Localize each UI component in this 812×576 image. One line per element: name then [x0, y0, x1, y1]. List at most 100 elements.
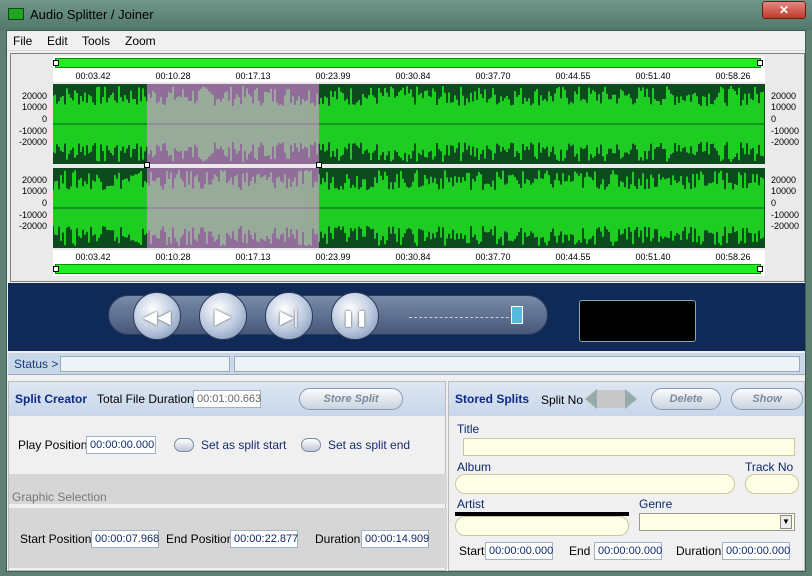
time-display — [579, 300, 696, 342]
stored-splits-header: Stored Splits Split No Delete Show — [449, 382, 804, 416]
stored-start-field[interactable]: 00:00:00.000 — [485, 542, 553, 560]
split-creator-title: Split Creator — [15, 392, 88, 406]
volume-slider-thumb[interactable] — [511, 306, 523, 324]
stored-duration-field[interactable]: 00:00:00.000 — [722, 542, 790, 560]
timeline-bottom[interactable]: 00:03.42 00:10.28 00:17.13 00:23.99 00:3… — [53, 250, 765, 276]
status-field-2 — [234, 356, 800, 372]
play-button[interactable]: ▶ — [199, 292, 247, 340]
window-title: Audio Splitter / Joiner — [30, 7, 154, 22]
play-selection-icon: ▶| — [279, 307, 299, 327]
time-tick: 00:51.40 — [635, 252, 671, 262]
menu-zoom[interactable]: Zoom — [125, 34, 156, 48]
y-axis-left-1: 20000 10000 0 -10000 -20000 — [18, 91, 47, 147]
genre-select[interactable]: ▼ — [639, 513, 795, 531]
time-tick: 00:10.28 — [155, 71, 191, 81]
time-tick: 00:10.28 — [155, 252, 191, 262]
transport-bar: ◀◀ ▶ ▶| ❚❚ — [108, 292, 548, 340]
stored-duration-label: Duration — [676, 544, 722, 558]
time-tick: 00:37.70 — [475, 71, 511, 81]
play-position-label: Play Position — [18, 438, 88, 452]
time-tick: 00:03.42 — [75, 252, 111, 262]
time-tick: 00:44.55 — [555, 252, 591, 262]
y-axis-right-2: 20000 10000 0 -10000 -20000 — [771, 175, 800, 231]
scroll-handle-left[interactable] — [53, 60, 59, 66]
total-duration-value: 00:01:00.663 — [193, 390, 261, 408]
time-tick: 00:17.13 — [235, 71, 271, 81]
graphic-selection-bar: Graphic Selection — [9, 474, 447, 504]
track-no-label: Track No — [745, 460, 794, 474]
y-axis-left-2: 20000 10000 0 -10000 -20000 — [18, 175, 47, 231]
menu-bar: File Edit Tools Zoom — [7, 31, 805, 51]
track-no-input[interactable] — [745, 474, 799, 494]
artist-input[interactable] — [455, 516, 629, 536]
stored-splits-title: Stored Splits — [455, 392, 530, 406]
start-position-label: Start Position — [20, 532, 92, 546]
chevron-down-icon[interactable]: ▼ — [780, 515, 792, 529]
time-tick: 00:17.13 — [235, 252, 271, 262]
store-split-button[interactable]: Store Split — [299, 388, 403, 410]
selection-fields: Start Position 00:00:07.968 End Position… — [9, 508, 447, 568]
waveform-editor[interactable]: 00:03.42 00:10.28 00:17.13 00:23.99 00:3… — [10, 53, 805, 282]
waveform-channel-2[interactable] — [53, 168, 765, 248]
title-label: Title — [457, 422, 480, 436]
waveform-channel-1[interactable] — [53, 84, 765, 164]
status-label[interactable]: Status > — [14, 357, 58, 371]
selection-region-1[interactable] — [147, 84, 319, 164]
status-field-1 — [60, 356, 230, 372]
duration-label: Duration — [315, 532, 361, 546]
show-button[interactable]: Show — [731, 388, 803, 410]
play-position-field[interactable]: 00:00:00.000 — [86, 436, 156, 454]
time-tick: 00:58.26 — [715, 71, 751, 81]
time-tick: 00:30.84 — [395, 71, 431, 81]
end-position-label: End Position — [166, 532, 234, 546]
stored-end-field[interactable]: 00:00:00.000 — [594, 542, 662, 560]
close-button[interactable]: ✕ — [762, 1, 806, 19]
time-tick: 00:37.70 — [475, 252, 511, 262]
rewind-button[interactable]: ◀◀ — [133, 292, 181, 340]
scroll-bar-top[interactable] — [55, 58, 761, 68]
genre-label: Genre — [639, 497, 673, 511]
time-tick: 00:58.26 — [715, 252, 751, 262]
menu-edit[interactable]: Edit — [47, 34, 68, 48]
scroll-bar-bottom[interactable] — [55, 264, 761, 274]
menu-file[interactable]: File — [13, 34, 32, 48]
duration-field[interactable]: 00:00:14.909 — [361, 530, 429, 548]
selection-region-2[interactable] — [147, 168, 319, 248]
player-panel: ◀◀ ▶ ▶| ❚❚ — [8, 283, 805, 351]
play-icon: ▶ — [214, 303, 232, 328]
timeline-top[interactable]: 00:03.42 00:10.28 00:17.13 00:23.99 00:3… — [53, 56, 765, 82]
split-no-label: Split No — [541, 393, 584, 407]
menu-tools[interactable]: Tools — [82, 34, 110, 48]
volume-slider-track[interactable] — [409, 314, 519, 318]
delete-button[interactable]: Delete — [651, 388, 721, 410]
set-end-label[interactable]: Set as split end — [328, 438, 410, 452]
set-start-radio[interactable] — [174, 438, 194, 452]
start-position-field[interactable]: 00:00:07.968 — [91, 530, 159, 548]
title-input[interactable] — [463, 438, 795, 456]
end-position-field[interactable]: 00:00:22.877 — [230, 530, 298, 548]
time-tick: 00:03.42 — [75, 71, 111, 81]
scroll-handle-right[interactable] — [757, 60, 763, 66]
end-label: End — [569, 544, 591, 558]
time-tick: 00:44.55 — [555, 71, 591, 81]
pause-button[interactable]: ❚❚ — [331, 292, 379, 340]
app-icon — [8, 8, 24, 20]
album-input[interactable] — [455, 474, 735, 494]
title-bar: Audio Splitter / Joiner ✕ — [0, 0, 812, 30]
time-tick: 00:30.84 — [395, 252, 431, 262]
split-prev-icon[interactable] — [585, 389, 597, 409]
split-no-field — [597, 390, 625, 408]
play-selection-button[interactable]: ▶| — [265, 292, 313, 340]
set-start-label[interactable]: Set as split start — [201, 438, 286, 452]
scroll-handle-left[interactable] — [53, 266, 59, 272]
set-end-radio[interactable] — [301, 438, 321, 452]
start-label: Start — [459, 544, 485, 558]
time-tick: 00:51.40 — [635, 71, 671, 81]
total-duration-label: Total File Duration — [97, 392, 194, 406]
scroll-handle-right[interactable] — [757, 266, 763, 272]
rewind-icon: ◀◀ — [143, 307, 171, 327]
time-tick: 00:23.99 — [315, 71, 351, 81]
y-axis-right-1: 20000 10000 0 -10000 -20000 — [771, 91, 800, 147]
split-next-icon[interactable] — [625, 389, 637, 409]
main-window: File Edit Tools Zoom 00:03.42 00:10.28 0… — [6, 30, 806, 572]
